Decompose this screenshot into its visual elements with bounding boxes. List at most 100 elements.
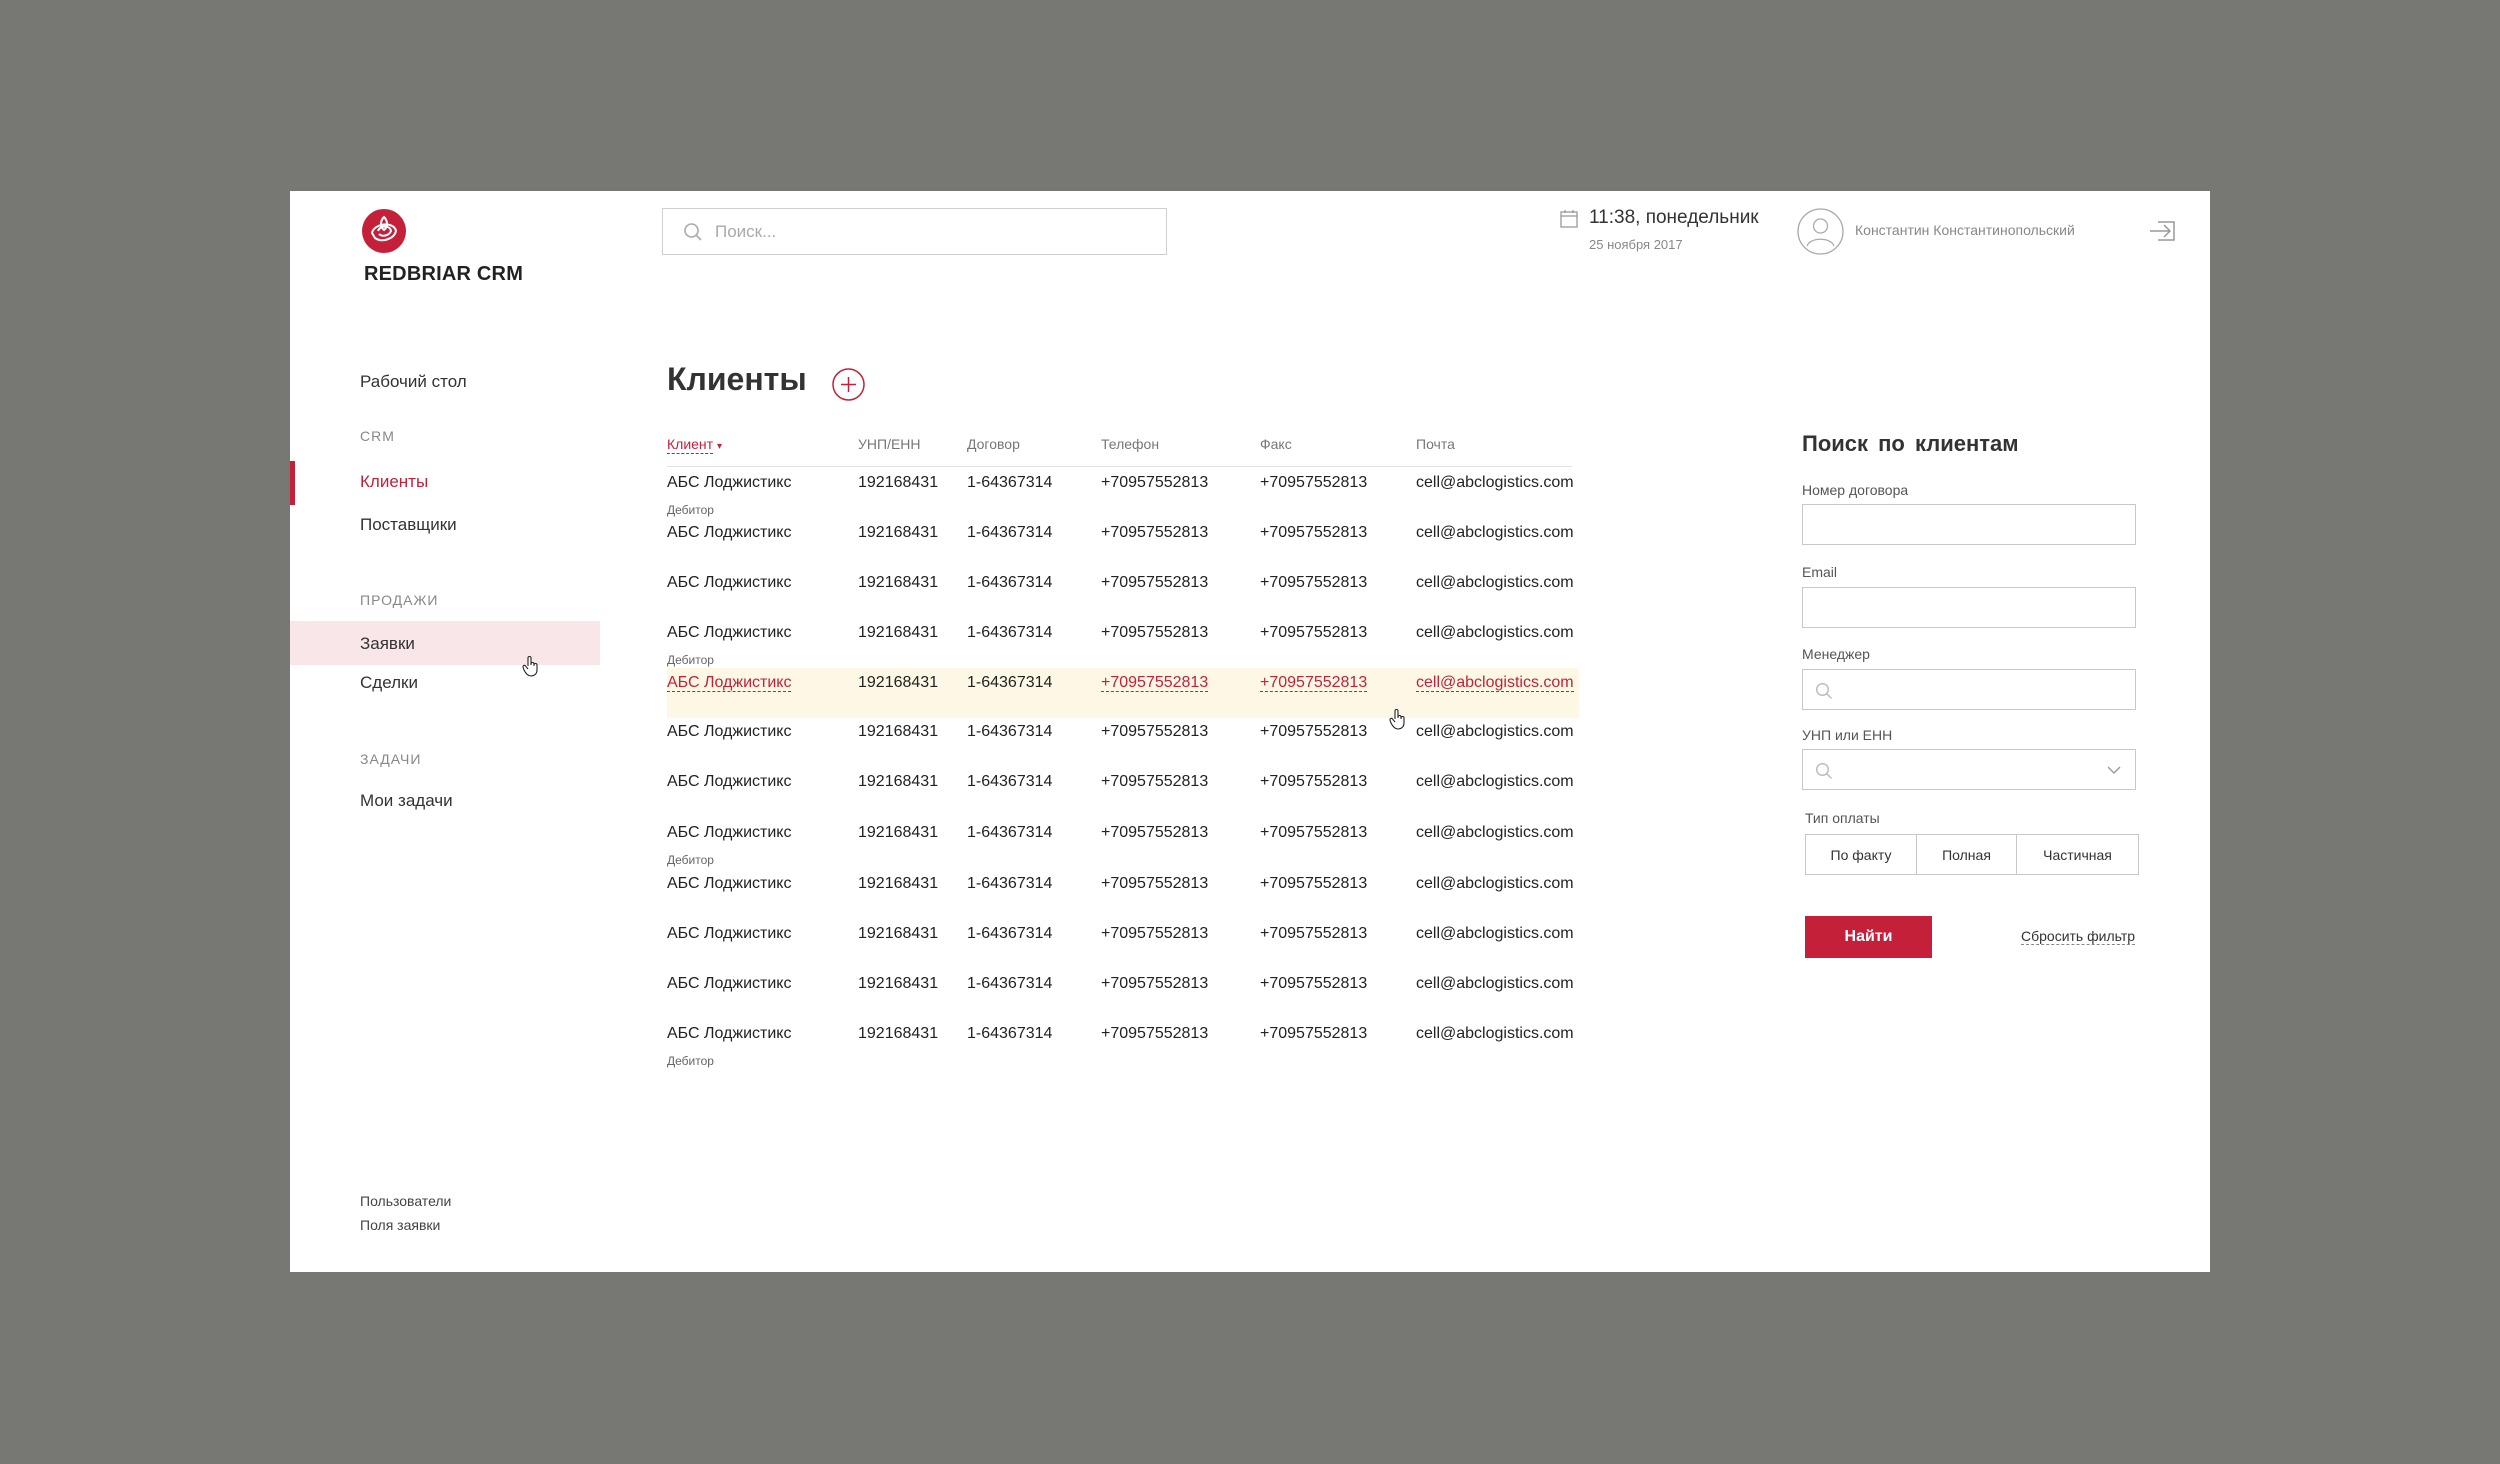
cell-email[interactable]: cell@abclogistics.com xyxy=(1416,975,1574,993)
cell-phone[interactable]: +70957552813 xyxy=(1101,1025,1208,1043)
cell-phone[interactable]: +70957552813 xyxy=(1101,474,1208,492)
cell-email-text: cell@abclogistics.com xyxy=(1416,624,1574,641)
table-row[interactable]: АБС Лоджистикс 192168431 1-64367314 +709575… xyxy=(667,869,1579,919)
contract-number-field[interactable] xyxy=(1802,504,2136,545)
table-row[interactable]: АБС Лоджистикс Дебитор 192168431 1-64367314… xyxy=(667,818,1579,868)
search-input[interactable] xyxy=(715,221,1135,242)
logout-icon[interactable] xyxy=(2148,219,2176,243)
cell-client[interactable]: АБС Лоджистикс Дебитор xyxy=(667,824,791,867)
find-button[interactable]: Найти xyxy=(1805,916,1932,958)
unp-label: УНП или ЕНН xyxy=(1802,727,1893,743)
cell-client[interactable]: АБС Лоджистикс xyxy=(667,674,792,692)
cell-fax-text: +70957552813 xyxy=(1260,474,1368,491)
column-header-contract[interactable]: Договор xyxy=(967,436,1020,452)
cell-client[interactable]: АБС Лоджистикс xyxy=(667,773,791,791)
cell-phone[interactable]: +70957552813 xyxy=(1101,624,1208,642)
column-header-email[interactable]: Почта xyxy=(1416,436,1455,452)
cell-phone[interactable]: +70957552813 xyxy=(1101,574,1208,592)
cell-client[interactable]: АБС Лоджистикс xyxy=(667,925,791,943)
cell-email[interactable]: cell@abclogistics.com xyxy=(1416,674,1574,692)
cell-phone[interactable]: +70957552813 xyxy=(1101,824,1208,842)
footer-link-request-fields[interactable]: Поля заявки xyxy=(360,1217,440,1233)
cell-phone-text: +70957552813 xyxy=(1101,474,1209,491)
table-row[interactable]: АБС Лоджистикс 192168431 1-64367314 +709575… xyxy=(667,568,1579,618)
user-name[interactable]: Константин Константинопольский xyxy=(1855,222,2075,238)
email-input[interactable] xyxy=(1803,588,2135,627)
contract-number-input[interactable] xyxy=(1803,505,2135,544)
cell-fax[interactable]: +70957552813 xyxy=(1260,524,1367,542)
table-row[interactable]: АБС Лоджистикс 192168431 1-64367314 +709575… xyxy=(667,969,1579,1019)
global-search[interactable] xyxy=(662,208,1167,255)
table-row[interactable]: АБС Лоджистикс 192168431 1-64367314 +709575… xyxy=(667,919,1579,969)
sidebar-item-my-tasks[interactable]: Мои задачи xyxy=(360,791,453,811)
cell-fax[interactable]: +70957552813 xyxy=(1260,674,1368,692)
cell-client-text: АБС Лоджистикс xyxy=(667,674,792,692)
cell-unp-text: 192168431 xyxy=(858,824,939,841)
cell-phone[interactable]: +70957552813 xyxy=(1101,875,1208,893)
cell-client[interactable]: АБС Лоджистикс Дебитор xyxy=(667,474,791,517)
column-header-unp[interactable]: УНП/ЕНН xyxy=(858,436,921,452)
cell-phone[interactable]: +70957552813 xyxy=(1101,524,1208,542)
rose-logo-icon[interactable] xyxy=(360,207,408,255)
cell-phone[interactable]: +70957552813 xyxy=(1101,975,1208,993)
column-header-phone[interactable]: Телефон xyxy=(1101,436,1159,452)
payment-option-partial[interactable]: Частичная xyxy=(2017,835,2138,874)
cell-unp: 192168431 xyxy=(858,824,938,842)
cell-phone[interactable]: +70957552813 xyxy=(1101,925,1208,943)
cell-client[interactable]: АБС Лоджистикс xyxy=(667,723,791,741)
cell-fax[interactable]: +70957552813 xyxy=(1260,875,1367,893)
cell-phone[interactable]: +70957552813 xyxy=(1101,723,1208,741)
column-header-client[interactable]: Клиент ▾ xyxy=(667,436,722,454)
table-row[interactable]: АБС Лоджистикс 192168431 1-64367314 +709575… xyxy=(667,518,1579,568)
cell-email[interactable]: cell@abclogistics.com xyxy=(1416,624,1574,642)
payment-option-fact[interactable]: По факту xyxy=(1806,835,1917,874)
cell-email[interactable]: cell@abclogistics.com xyxy=(1416,824,1574,842)
cell-email[interactable]: cell@abclogistics.com xyxy=(1416,723,1574,741)
cell-client[interactable]: АБС Лоджистикс Дебитор xyxy=(667,1025,791,1068)
column-header-fax[interactable]: Факс xyxy=(1260,436,1292,452)
cell-fax[interactable]: +70957552813 xyxy=(1260,1025,1367,1043)
cell-fax[interactable]: +70957552813 xyxy=(1260,824,1367,842)
table-row[interactable]: АБС Лоджистикс Дебитор 192168431 1-64367314… xyxy=(667,468,1579,518)
cell-fax[interactable]: +70957552813 xyxy=(1260,624,1367,642)
cell-email[interactable]: cell@abclogistics.com xyxy=(1416,574,1574,592)
email-field[interactable] xyxy=(1802,587,2136,628)
unp-select[interactable] xyxy=(1802,749,2136,790)
sidebar-item-requests[interactable]: Заявки xyxy=(360,634,415,654)
table-row[interactable]: АБС Лоджистикс 192168431 1-64367314 +709575… xyxy=(667,767,1579,817)
cell-client[interactable]: АБС Лоджистикс xyxy=(667,574,791,592)
cell-client[interactable]: АБС Лоджистикс xyxy=(667,975,791,993)
sidebar-item-clients[interactable]: Клиенты xyxy=(360,472,428,492)
sidebar-item-desktop[interactable]: Рабочий стол xyxy=(360,372,467,392)
cell-email[interactable]: cell@abclogistics.com xyxy=(1416,1025,1574,1043)
table-row[interactable]: АБС Лоджистикс Дебитор 192168431 1-64367314… xyxy=(667,618,1579,668)
cell-client[interactable]: АБС Лоджистикс xyxy=(667,875,791,893)
sidebar-item-deals[interactable]: Сделки xyxy=(360,673,418,693)
cell-phone[interactable]: +70957552813 xyxy=(1101,674,1209,692)
cell-client[interactable]: АБС Лоджистикс Дебитор xyxy=(667,624,791,667)
cell-fax[interactable]: +70957552813 xyxy=(1260,925,1367,943)
cell-client[interactable]: АБС Лоджистикс xyxy=(667,524,791,542)
avatar[interactable] xyxy=(1797,208,1844,255)
add-client-button[interactable] xyxy=(832,368,865,401)
sidebar-item-suppliers[interactable]: Поставщики xyxy=(360,515,457,535)
footer-link-users[interactable]: Пользователи xyxy=(360,1193,451,1209)
reset-filter-link[interactable]: Сбросить фильтр xyxy=(2021,928,2136,945)
cell-fax[interactable]: +70957552813 xyxy=(1260,773,1367,791)
manager-field[interactable] xyxy=(1802,669,2136,710)
cell-email[interactable]: cell@abclogistics.com xyxy=(1416,773,1574,791)
cell-email[interactable]: cell@abclogistics.com xyxy=(1416,524,1574,542)
table-row[interactable]: АБС Лоджистикс 192168431 1-64367314 +709575… xyxy=(667,717,1579,767)
cell-email[interactable]: cell@abclogistics.com xyxy=(1416,474,1574,492)
cell-fax[interactable]: +70957552813 xyxy=(1260,574,1367,592)
payment-option-full[interactable]: Полная xyxy=(1917,835,2017,874)
cell-email[interactable]: cell@abclogistics.com xyxy=(1416,875,1574,893)
cell-phone[interactable]: +70957552813 xyxy=(1101,773,1208,791)
table-row[interactable]: АБС Лоджистикс 192168431 1-64367314 +709575… xyxy=(667,668,1579,718)
cell-email[interactable]: cell@abclogistics.com xyxy=(1416,925,1574,943)
cell-fax[interactable]: +70957552813 xyxy=(1260,474,1367,492)
cell-fax[interactable]: +70957552813 xyxy=(1260,975,1367,993)
cell-unp: 192168431 xyxy=(858,574,938,592)
table-row[interactable]: АБС Лоджистикс Дебитор 192168431 1-64367314… xyxy=(667,1019,1579,1069)
cell-fax[interactable]: +70957552813 xyxy=(1260,723,1367,741)
